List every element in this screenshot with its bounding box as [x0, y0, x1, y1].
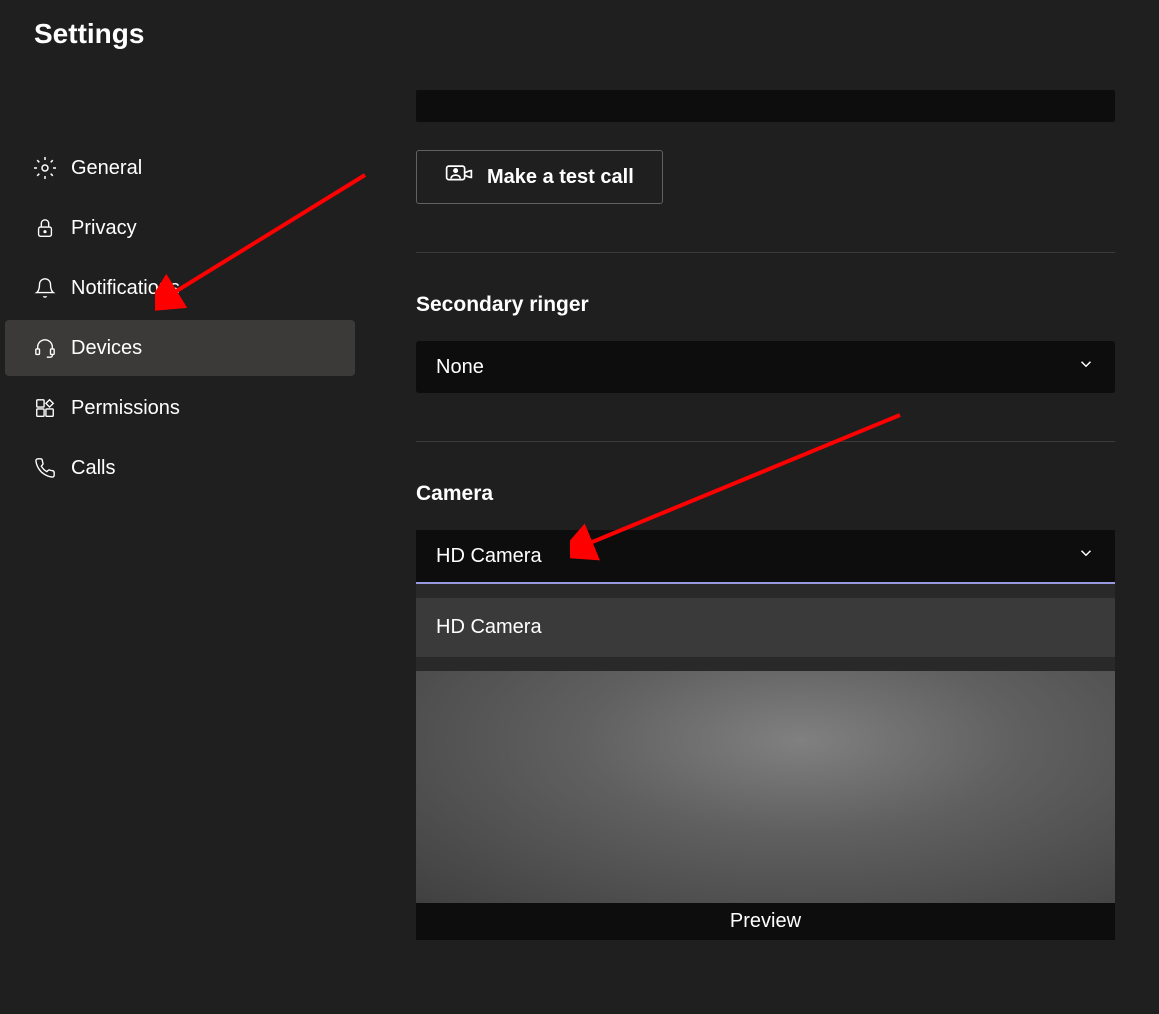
sidebar-item-notifications[interactable]: Notifications: [5, 260, 355, 316]
chevron-down-icon: [1077, 544, 1095, 568]
bell-icon: [33, 276, 57, 300]
camera-dropdown[interactable]: HD Camera: [416, 530, 1115, 584]
chevron-down-icon: [1077, 355, 1095, 379]
make-test-call-button[interactable]: Make a test call: [416, 150, 663, 204]
sidebar-item-privacy[interactable]: Privacy: [5, 200, 355, 256]
sidebar-item-general[interactable]: General: [5, 140, 355, 196]
preview-label: Preview: [730, 910, 801, 933]
gear-icon: [33, 156, 57, 180]
content-area: Make a test call Secondary ringer None C…: [360, 50, 1159, 1014]
preview-label-bar: Preview: [416, 903, 1115, 940]
video-call-icon: [445, 165, 473, 189]
sidebar-item-calls[interactable]: Calls: [5, 440, 355, 496]
section-divider: [416, 252, 1115, 253]
camera-preview: [416, 671, 1115, 903]
camera-option[interactable]: HD Camera: [416, 598, 1115, 657]
section-divider: [416, 441, 1115, 442]
secondary-ринger-label: Secondary ringer: [416, 293, 1115, 317]
sidebar-item-label: Privacy: [71, 217, 137, 240]
apps-icon: [33, 396, 57, 420]
headset-icon: [33, 336, 57, 360]
dropdown-value: HD Camera: [436, 545, 542, 568]
layout-container: General Privacy Notifications: [0, 50, 1159, 1014]
camera-label: Camera: [416, 482, 1115, 506]
button-label: Make a test call: [487, 166, 634, 189]
sidebar-item-label: Notifications: [71, 277, 180, 300]
settings-sidebar: General Privacy Notifications: [0, 50, 360, 1014]
sidebar-item-label: General: [71, 157, 142, 180]
sidebar-item-label: Permissions: [71, 397, 180, 420]
secondary-ringer-dropdown[interactable]: None: [416, 341, 1115, 393]
page-title: Settings: [0, 0, 1159, 50]
obscured-dropdown[interactable]: [416, 90, 1115, 122]
lock-icon: [33, 216, 57, 240]
sidebar-item-label: Devices: [71, 337, 142, 360]
sidebar-item-label: Calls: [71, 457, 115, 480]
sidebar-item-devices[interactable]: Devices: [5, 320, 355, 376]
sidebar-item-permissions[interactable]: Permissions: [5, 380, 355, 436]
camera-dropdown-panel: HD Camera: [416, 584, 1115, 671]
phone-icon: [33, 456, 57, 480]
dropdown-value: None: [436, 356, 484, 379]
